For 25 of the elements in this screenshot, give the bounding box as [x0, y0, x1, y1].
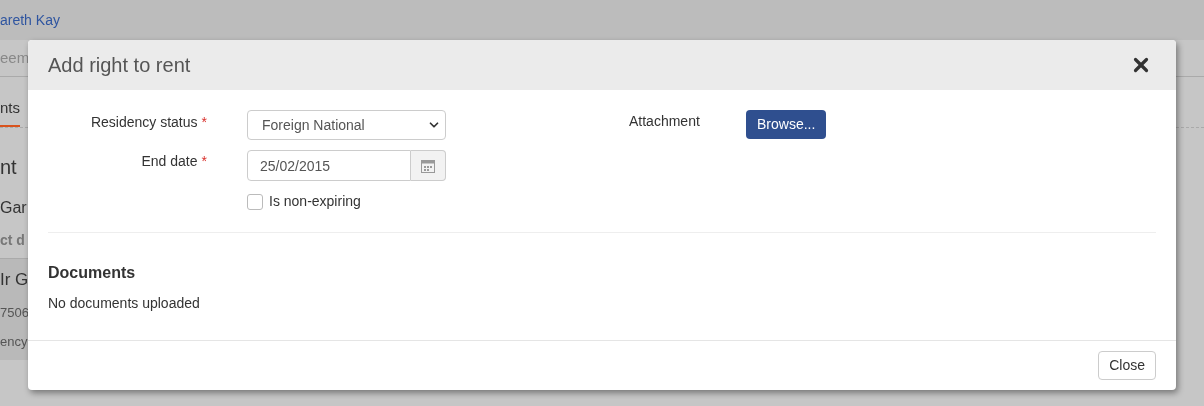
- close-button[interactable]: Close: [1098, 351, 1156, 380]
- attachment-label: Attachment: [629, 112, 701, 131]
- checkbox-label: Is non-expiring: [269, 192, 361, 211]
- nav-text: eem: [0, 47, 30, 68]
- date-field[interactable]: 25/02/2015: [247, 150, 411, 181]
- dialog-title: Add right to rent: [48, 53, 191, 78]
- section-label: ct d: [0, 232, 25, 248]
- checkbox[interactable]: [247, 193, 263, 210]
- calendar-icon: [421, 158, 435, 173]
- card-text: ency: [0, 333, 28, 351]
- calendar-button[interactable]: [411, 150, 446, 181]
- user-link[interactable]: areth Kay: [0, 9, 60, 31]
- required-asterisk: *: [201, 152, 207, 171]
- empty-message: No documents uploaded: [48, 294, 201, 313]
- field-label: End date: [141, 152, 198, 171]
- card-text: Ir G: [0, 269, 29, 291]
- field-label: Residency status: [90, 113, 198, 132]
- documents-heading: Documents: [48, 263, 137, 283]
- required-asterisk: *: [201, 113, 207, 132]
- person-name: Gar: [0, 199, 27, 216]
- card-text: 7506: [0, 303, 29, 322]
- page-heading: nt: [0, 156, 17, 178]
- browse-button[interactable]: Browse...: [746, 110, 827, 139]
- residency-select[interactable]: Foreign National: [247, 110, 446, 140]
- page-tab[interactable]: nts: [0, 96, 20, 127]
